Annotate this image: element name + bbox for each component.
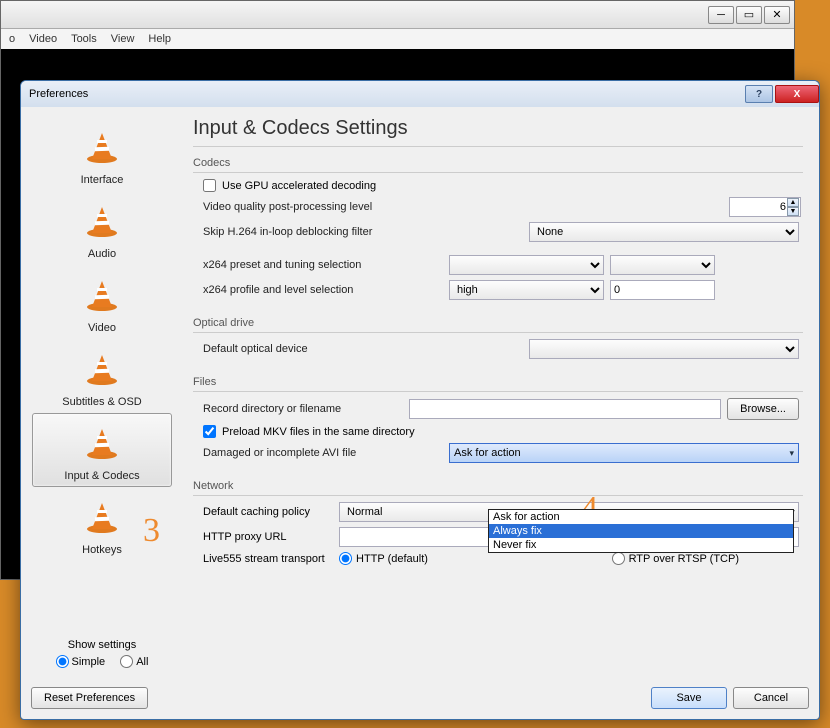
settings-panel: Input & Codecs Settings Codecs Use GPU a… <box>183 113 813 675</box>
show-settings-group: Show settings Simple All <box>32 635 172 675</box>
optical-group: Optical drive Default optical device <box>193 317 803 368</box>
show-settings-simple[interactable]: Simple <box>56 655 106 668</box>
radio-all[interactable] <box>120 655 133 668</box>
codecs-group: Codecs Use GPU accelerated decoding Vide… <box>193 157 803 309</box>
bg-close-button[interactable]: ✕ <box>764 6 790 24</box>
skip-deblocking-label: Skip H.264 in-loop deblocking filter <box>203 226 523 238</box>
default-optical-label: Default optical device <box>203 343 523 355</box>
x264-preset-label: x264 preset and tuning selection <box>203 259 443 271</box>
group-title: Codecs <box>193 157 803 169</box>
cone-headphones-icon <box>78 198 126 246</box>
post-processing-label: Video quality post-processing level <box>203 201 723 213</box>
bg-menu-item[interactable]: Video <box>29 33 57 45</box>
preload-mkv-label: Preload MKV files in the same directory <box>222 426 415 438</box>
proxy-url-label: HTTP proxy URL <box>203 531 333 543</box>
reset-preferences-button[interactable]: Reset Preferences <box>31 687 148 709</box>
group-title: Optical drive <box>193 317 803 329</box>
gpu-decoding-checkbox[interactable] <box>203 179 216 192</box>
cone-keyboard-icon <box>78 494 126 542</box>
x264-tuning-select[interactable] <box>610 255 715 275</box>
sidebar-item-label: Audio <box>88 248 116 260</box>
sidebar-item-input-codecs[interactable]: Input & Codecs <box>32 413 172 487</box>
category-sidebar: Interface Audio Video Subtitles & OSD In… <box>27 113 177 675</box>
sidebar-item-audio[interactable]: Audio <box>32 191 172 265</box>
live555-http-radio[interactable]: HTTP (default) <box>339 552 428 565</box>
cache-policy-label: Default caching policy <box>203 506 333 518</box>
sidebar-item-label: Video <box>88 322 116 334</box>
group-title: Network <box>193 480 803 492</box>
sidebar-item-subtitles[interactable]: Subtitles & OSD <box>32 339 172 413</box>
live555-rtp-radio[interactable]: RTP over RTSP (TCP) <box>612 552 739 565</box>
sidebar-item-interface[interactable]: Interface <box>32 117 172 191</box>
spin-down-icon[interactable]: ▼ <box>787 207 799 216</box>
damaged-avi-value: Ask for action <box>454 447 521 459</box>
group-title: Files <box>193 376 803 388</box>
x264-level-input[interactable] <box>610 280 715 300</box>
bg-menu-item[interactable]: o <box>9 33 15 45</box>
radio-rtp[interactable] <box>612 552 625 565</box>
damaged-avi-label: Damaged or incomplete AVI file <box>203 447 443 459</box>
dialog-close-button[interactable]: X <box>775 85 819 103</box>
skip-deblocking-select[interactable]: None <box>529 222 799 242</box>
show-settings-title: Show settings <box>36 639 168 651</box>
bg-menu-item[interactable]: View <box>111 33 135 45</box>
dropdown-option[interactable]: Ask for action <box>489 510 793 524</box>
radio-http[interactable] <box>339 552 352 565</box>
sidebar-item-label: Interface <box>81 174 124 186</box>
bg-menu-item[interactable]: Tools <box>71 33 97 45</box>
dialog-title: Preferences <box>29 88 88 100</box>
preferences-dialog: Preferences ? X Interface Audio Video Su… <box>20 80 820 720</box>
cone-glasses-icon <box>78 272 126 320</box>
damaged-avi-dropdown-list[interactable]: Ask for action Always fix Never fix <box>488 509 794 553</box>
bg-maximize-button[interactable]: ▭ <box>736 6 762 24</box>
gpu-decoding-label: Use GPU accelerated decoding <box>222 180 376 192</box>
files-group: Files Record directory or filename Brows… <box>193 376 803 472</box>
page-title: Input & Codecs Settings <box>193 117 803 140</box>
x264-profile-select[interactable]: high <box>449 280 604 300</box>
save-button[interactable]: Save <box>651 687 727 709</box>
dialog-footer: Reset Preferences Save Cancel <box>21 681 819 719</box>
sidebar-item-label: Subtitles & OSD <box>62 396 141 408</box>
browse-button[interactable]: Browse... <box>727 398 799 420</box>
show-settings-all[interactable]: All <box>120 655 148 668</box>
x264-profile-label: x264 profile and level selection <box>203 284 443 296</box>
sidebar-item-label: Hotkeys <box>82 544 122 556</box>
sidebar-item-label: Input & Codecs <box>64 470 139 482</box>
bg-titlebar: ─ ▭ ✕ <box>1 1 794 29</box>
preload-mkv-checkbox[interactable] <box>203 425 216 438</box>
bg-menu-item[interactable]: Help <box>148 33 171 45</box>
cancel-button[interactable]: Cancel <box>733 687 809 709</box>
live555-label: Live555 stream transport <box>203 553 333 565</box>
record-dir-input[interactable] <box>409 399 721 419</box>
dialog-titlebar: Preferences ? X <box>21 81 819 107</box>
cone-icon <box>78 124 126 172</box>
spinner-buttons[interactable]: ▲▼ <box>787 198 799 216</box>
record-dir-label: Record directory or filename <box>203 403 403 415</box>
bg-menubar: o Video Tools View Help <box>1 29 794 49</box>
default-optical-select[interactable] <box>529 339 799 359</box>
bg-minimize-button[interactable]: ─ <box>708 6 734 24</box>
damaged-avi-select[interactable]: Ask for action <box>449 443 799 463</box>
dropdown-option[interactable]: Always fix <box>489 524 793 538</box>
dropdown-option[interactable]: Never fix <box>489 538 793 552</box>
cone-subtitle-icon <box>78 346 126 394</box>
dialog-help-button[interactable]: ? <box>745 85 773 103</box>
sidebar-item-hotkeys[interactable]: Hotkeys <box>32 487 172 561</box>
spin-up-icon[interactable]: ▲ <box>787 198 799 207</box>
radio-simple[interactable] <box>56 655 69 668</box>
cone-gear-icon <box>78 420 126 468</box>
x264-preset-select[interactable] <box>449 255 604 275</box>
sidebar-item-video[interactable]: Video <box>32 265 172 339</box>
